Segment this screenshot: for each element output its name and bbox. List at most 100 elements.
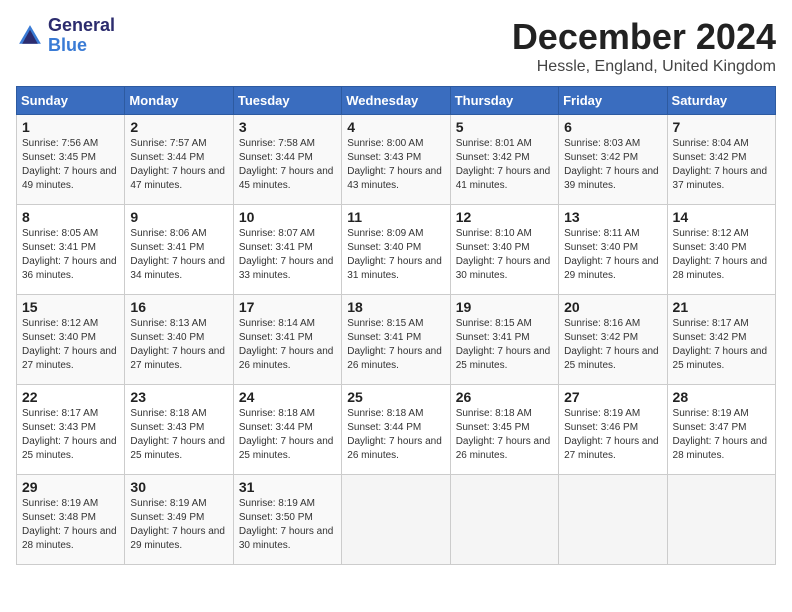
day-info: Sunrise: 8:17 AM Sunset: 3:42 PM Dayligh… xyxy=(673,317,770,373)
day-number: 24 xyxy=(239,389,336,405)
calendar-cell: 6 Sunrise: 8:03 AM Sunset: 3:42 PM Dayli… xyxy=(559,115,667,205)
calendar-cell: 30 Sunrise: 8:19 AM Sunset: 3:49 PM Dayl… xyxy=(125,475,233,565)
calendar-cell: 31 Sunrise: 8:19 AM Sunset: 3:50 PM Dayl… xyxy=(233,475,341,565)
day-number: 18 xyxy=(347,299,444,315)
calendar-row: 22 Sunrise: 8:17 AM Sunset: 3:43 PM Dayl… xyxy=(17,385,776,475)
calendar-row: 15 Sunrise: 8:12 AM Sunset: 3:40 PM Dayl… xyxy=(17,295,776,385)
calendar-cell: 29 Sunrise: 8:19 AM Sunset: 3:48 PM Dayl… xyxy=(17,475,125,565)
calendar-cell: 2 Sunrise: 7:57 AM Sunset: 3:44 PM Dayli… xyxy=(125,115,233,205)
logo-text: General Blue xyxy=(48,16,115,56)
day-number: 26 xyxy=(456,389,553,405)
calendar-cell: 28 Sunrise: 8:19 AM Sunset: 3:47 PM Dayl… xyxy=(667,385,775,475)
day-number: 16 xyxy=(130,299,227,315)
day-info: Sunrise: 8:09 AM Sunset: 3:40 PM Dayligh… xyxy=(347,227,444,283)
day-number: 14 xyxy=(673,209,770,225)
day-number: 4 xyxy=(347,119,444,135)
day-number: 6 xyxy=(564,119,661,135)
calendar-cell: 18 Sunrise: 8:15 AM Sunset: 3:41 PM Dayl… xyxy=(342,295,450,385)
day-info: Sunrise: 8:19 AM Sunset: 3:46 PM Dayligh… xyxy=(564,407,661,463)
calendar-cell: 21 Sunrise: 8:17 AM Sunset: 3:42 PM Dayl… xyxy=(667,295,775,385)
calendar-cell: 9 Sunrise: 8:06 AM Sunset: 3:41 PM Dayli… xyxy=(125,205,233,295)
day-info: Sunrise: 8:12 AM Sunset: 3:40 PM Dayligh… xyxy=(673,227,770,283)
calendar-cell: 25 Sunrise: 8:18 AM Sunset: 3:44 PM Dayl… xyxy=(342,385,450,475)
day-number: 10 xyxy=(239,209,336,225)
calendar-row: 1 Sunrise: 7:56 AM Sunset: 3:45 PM Dayli… xyxy=(17,115,776,205)
calendar-cell: 23 Sunrise: 8:18 AM Sunset: 3:43 PM Dayl… xyxy=(125,385,233,475)
day-info: Sunrise: 8:18 AM Sunset: 3:44 PM Dayligh… xyxy=(347,407,444,463)
day-number: 7 xyxy=(673,119,770,135)
day-number: 31 xyxy=(239,479,336,495)
col-monday: Monday xyxy=(125,87,233,115)
logo: General Blue xyxy=(16,16,115,56)
calendar-cell: 19 Sunrise: 8:15 AM Sunset: 3:41 PM Dayl… xyxy=(450,295,558,385)
day-number: 5 xyxy=(456,119,553,135)
day-info: Sunrise: 8:05 AM Sunset: 3:41 PM Dayligh… xyxy=(22,227,119,283)
col-friday: Friday xyxy=(559,87,667,115)
calendar-cell: 8 Sunrise: 8:05 AM Sunset: 3:41 PM Dayli… xyxy=(17,205,125,295)
day-number: 30 xyxy=(130,479,227,495)
calendar-cell xyxy=(450,475,558,565)
day-number: 20 xyxy=(564,299,661,315)
day-number: 1 xyxy=(22,119,119,135)
calendar-cell xyxy=(667,475,775,565)
location-title: Hessle, England, United Kingdom xyxy=(512,58,776,76)
day-number: 2 xyxy=(130,119,227,135)
header-row: Sunday Monday Tuesday Wednesday Thursday… xyxy=(17,87,776,115)
month-title: December 2024 xyxy=(512,16,776,58)
day-number: 17 xyxy=(239,299,336,315)
calendar-cell xyxy=(342,475,450,565)
day-number: 8 xyxy=(22,209,119,225)
day-info: Sunrise: 8:19 AM Sunset: 3:48 PM Dayligh… xyxy=(22,497,119,553)
calendar-cell: 12 Sunrise: 8:10 AM Sunset: 3:40 PM Dayl… xyxy=(450,205,558,295)
day-info: Sunrise: 8:18 AM Sunset: 3:45 PM Dayligh… xyxy=(456,407,553,463)
calendar-cell: 1 Sunrise: 7:56 AM Sunset: 3:45 PM Dayli… xyxy=(17,115,125,205)
day-info: Sunrise: 8:04 AM Sunset: 3:42 PM Dayligh… xyxy=(673,137,770,193)
day-number: 29 xyxy=(22,479,119,495)
calendar-row: 29 Sunrise: 8:19 AM Sunset: 3:48 PM Dayl… xyxy=(17,475,776,565)
day-number: 28 xyxy=(673,389,770,405)
calendar-cell: 13 Sunrise: 8:11 AM Sunset: 3:40 PM Dayl… xyxy=(559,205,667,295)
day-number: 15 xyxy=(22,299,119,315)
day-info: Sunrise: 8:12 AM Sunset: 3:40 PM Dayligh… xyxy=(22,317,119,373)
calendar-cell: 20 Sunrise: 8:16 AM Sunset: 3:42 PM Dayl… xyxy=(559,295,667,385)
day-info: Sunrise: 8:11 AM Sunset: 3:40 PM Dayligh… xyxy=(564,227,661,283)
day-number: 13 xyxy=(564,209,661,225)
day-info: Sunrise: 8:18 AM Sunset: 3:44 PM Dayligh… xyxy=(239,407,336,463)
day-info: Sunrise: 7:58 AM Sunset: 3:44 PM Dayligh… xyxy=(239,137,336,193)
day-info: Sunrise: 8:17 AM Sunset: 3:43 PM Dayligh… xyxy=(22,407,119,463)
day-number: 21 xyxy=(673,299,770,315)
calendar-cell: 16 Sunrise: 8:13 AM Sunset: 3:40 PM Dayl… xyxy=(125,295,233,385)
day-number: 11 xyxy=(347,209,444,225)
day-info: Sunrise: 8:10 AM Sunset: 3:40 PM Dayligh… xyxy=(456,227,553,283)
calendar-cell: 14 Sunrise: 8:12 AM Sunset: 3:40 PM Dayl… xyxy=(667,205,775,295)
col-wednesday: Wednesday xyxy=(342,87,450,115)
day-number: 9 xyxy=(130,209,227,225)
col-sunday: Sunday xyxy=(17,87,125,115)
calendar-cell: 5 Sunrise: 8:01 AM Sunset: 3:42 PM Dayli… xyxy=(450,115,558,205)
day-number: 23 xyxy=(130,389,227,405)
calendar-cell: 27 Sunrise: 8:19 AM Sunset: 3:46 PM Dayl… xyxy=(559,385,667,475)
calendar-cell: 3 Sunrise: 7:58 AM Sunset: 3:44 PM Dayli… xyxy=(233,115,341,205)
day-info: Sunrise: 8:19 AM Sunset: 3:47 PM Dayligh… xyxy=(673,407,770,463)
calendar-cell: 4 Sunrise: 8:00 AM Sunset: 3:43 PM Dayli… xyxy=(342,115,450,205)
day-info: Sunrise: 8:15 AM Sunset: 3:41 PM Dayligh… xyxy=(347,317,444,373)
calendar-cell xyxy=(559,475,667,565)
title-area: December 2024 Hessle, England, United Ki… xyxy=(512,16,776,76)
calendar-cell: 10 Sunrise: 8:07 AM Sunset: 3:41 PM Dayl… xyxy=(233,205,341,295)
day-number: 22 xyxy=(22,389,119,405)
day-info: Sunrise: 8:07 AM Sunset: 3:41 PM Dayligh… xyxy=(239,227,336,283)
col-saturday: Saturday xyxy=(667,87,775,115)
day-info: Sunrise: 8:03 AM Sunset: 3:42 PM Dayligh… xyxy=(564,137,661,193)
day-info: Sunrise: 8:06 AM Sunset: 3:41 PM Dayligh… xyxy=(130,227,227,283)
day-info: Sunrise: 7:57 AM Sunset: 3:44 PM Dayligh… xyxy=(130,137,227,193)
col-tuesday: Tuesday xyxy=(233,87,341,115)
calendar-cell: 24 Sunrise: 8:18 AM Sunset: 3:44 PM Dayl… xyxy=(233,385,341,475)
day-number: 27 xyxy=(564,389,661,405)
day-info: Sunrise: 8:14 AM Sunset: 3:41 PM Dayligh… xyxy=(239,317,336,373)
day-info: Sunrise: 8:01 AM Sunset: 3:42 PM Dayligh… xyxy=(456,137,553,193)
calendar-cell: 17 Sunrise: 8:14 AM Sunset: 3:41 PM Dayl… xyxy=(233,295,341,385)
calendar-cell: 15 Sunrise: 8:12 AM Sunset: 3:40 PM Dayl… xyxy=(17,295,125,385)
day-info: Sunrise: 8:15 AM Sunset: 3:41 PM Dayligh… xyxy=(456,317,553,373)
day-number: 25 xyxy=(347,389,444,405)
day-info: Sunrise: 8:13 AM Sunset: 3:40 PM Dayligh… xyxy=(130,317,227,373)
